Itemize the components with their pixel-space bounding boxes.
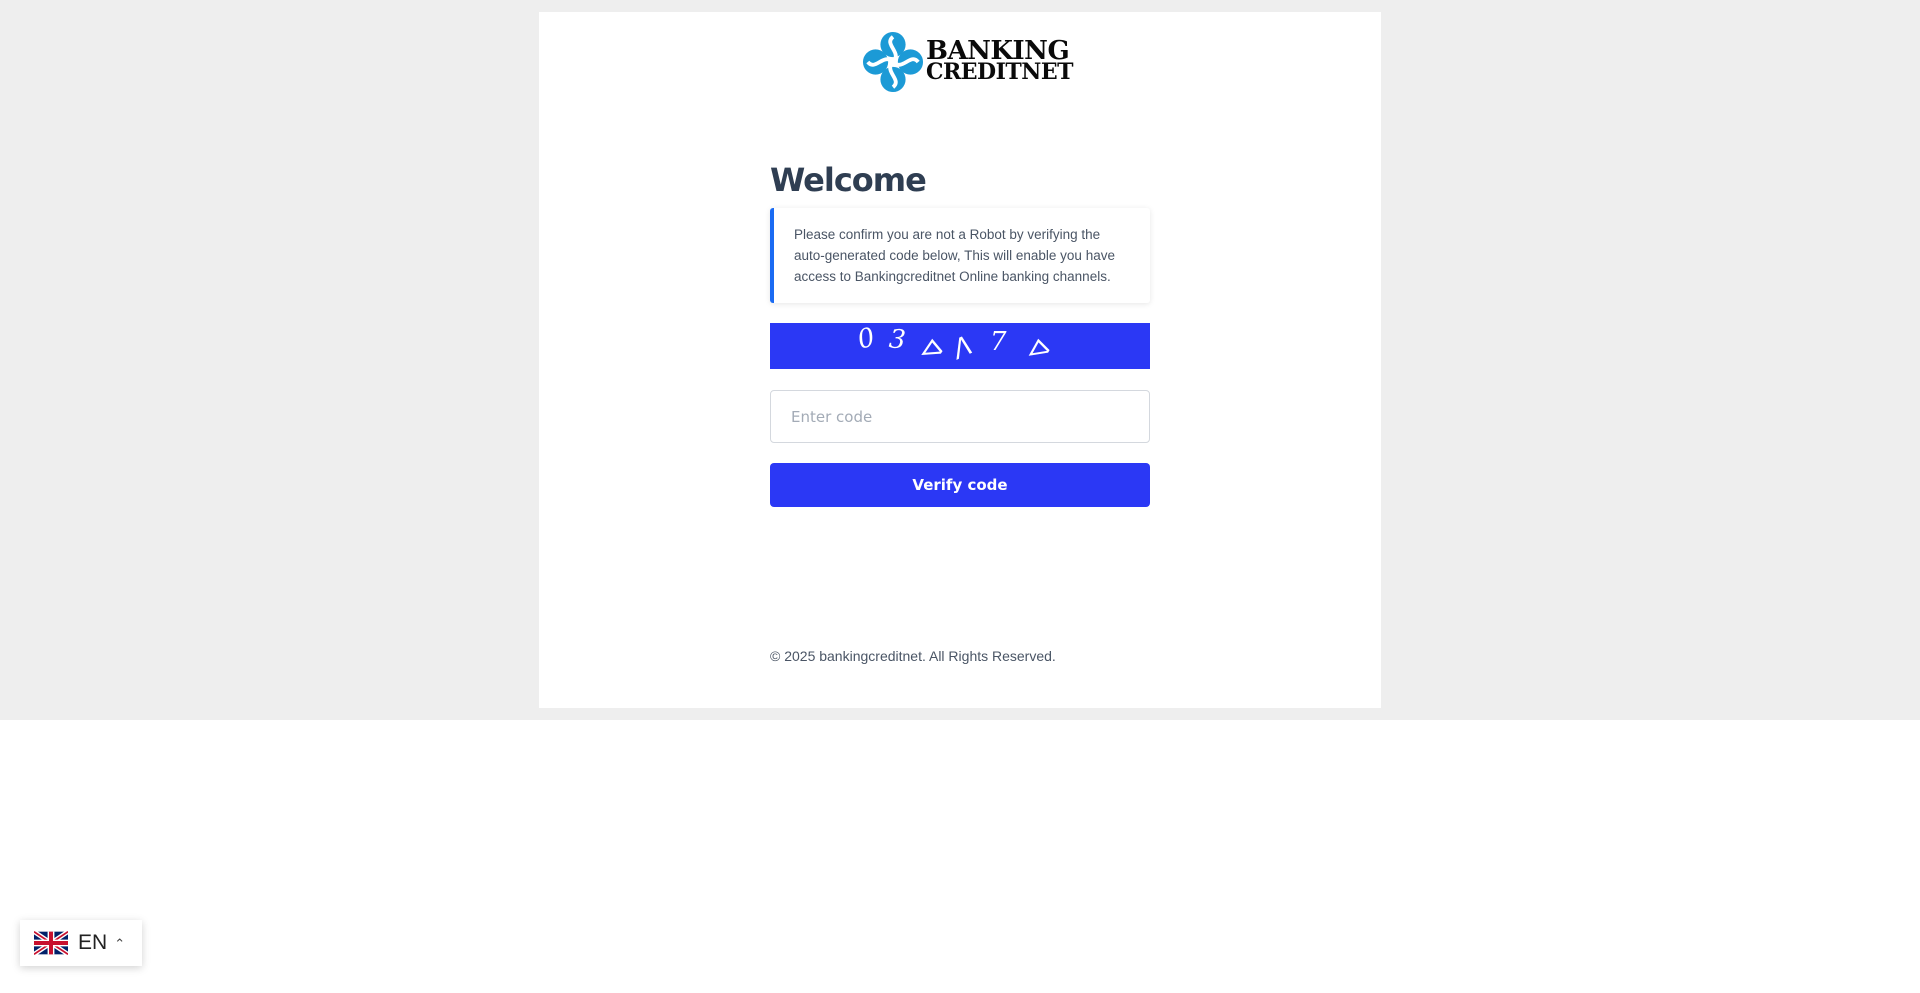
page-title: Welcome (770, 161, 927, 199)
language-code: EN (78, 931, 108, 954)
captcha-image: 03ᐅᐱ7ᐅ (770, 323, 1150, 369)
clover-logo-icon (862, 31, 924, 93)
verification-form: Welcome Please confirm you are not a Rob… (770, 158, 1150, 507)
captcha-char: ᐅ (916, 332, 946, 368)
brand-logo[interactable]: BANKING CREDITNET (862, 30, 1074, 94)
captcha-char: 3 (887, 324, 907, 356)
captcha-char: ᐱ (946, 331, 976, 367)
chevron-up-icon: ⌃ (114, 935, 126, 951)
copyright-text: © 2025 bankingcreditnet. All Rights Rese… (770, 648, 1056, 664)
captcha-char: 0 (854, 323, 879, 356)
verify-code-button[interactable]: Verify code (770, 463, 1150, 507)
robot-check-notice: Please confirm you are not a Robot by ve… (770, 208, 1150, 303)
captcha-char: 7 (990, 327, 1007, 357)
brand-line-2: CREDITNET (926, 59, 1074, 85)
language-selector[interactable]: EN ⌃ (20, 920, 142, 966)
captcha-char: ᐅ (1024, 332, 1052, 368)
login-card: BANKING CREDITNET Welcome Please confirm… (539, 12, 1381, 708)
brand-wordmark: BANKING CREDITNET (926, 38, 1074, 85)
code-input[interactable] (770, 390, 1150, 443)
uk-flag-icon (34, 930, 68, 956)
